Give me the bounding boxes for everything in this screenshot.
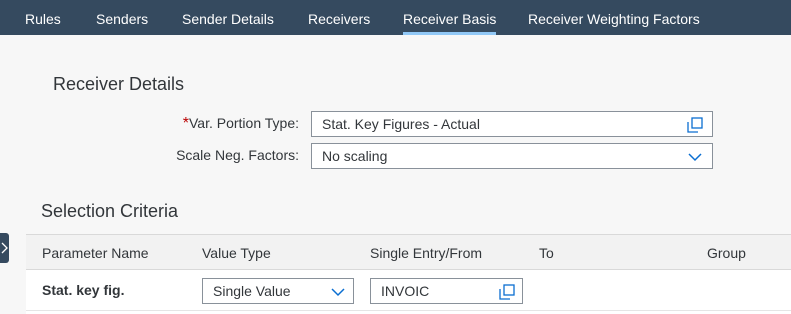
var-portion-type-label: *Var. Portion Type:: [183, 115, 299, 133]
tab-sender-details[interactable]: Sender Details: [182, 0, 274, 35]
value-help-icon[interactable]: [686, 116, 704, 134]
value-help-icon[interactable]: [498, 283, 516, 301]
var-portion-type-value: Stat. Key Figures - Actual: [322, 116, 480, 132]
column-header-parameter-name: Parameter Name: [42, 245, 149, 261]
column-header-single-entry-from: Single Entry/From: [370, 245, 483, 261]
single-entry-from-field[interactable]: INVOIC: [370, 278, 523, 304]
var-portion-type-label-text: Var. Portion Type:: [189, 115, 299, 131]
value-type-value: Single Value: [213, 283, 291, 299]
parameter-name-cell: Stat. key fig.: [42, 282, 125, 298]
scale-neg-factors-value: No scaling: [322, 148, 388, 164]
tab-receiver-basis[interactable]: Receiver Basis: [403, 0, 497, 35]
selection-criteria-table: Parameter Name Value Type Single Entry/F…: [26, 234, 791, 314]
scale-neg-factors-select[interactable]: No scaling: [311, 143, 713, 169]
column-header-to: To: [539, 245, 554, 261]
tab-rules[interactable]: Rules: [25, 0, 61, 35]
column-header-value-type: Value Type: [202, 245, 271, 261]
tab-receivers[interactable]: Receivers: [308, 0, 370, 35]
chevron-down-icon[interactable]: [329, 283, 347, 301]
chevron-right-icon: [1, 242, 8, 254]
var-portion-type-field[interactable]: Stat. Key Figures - Actual: [311, 111, 713, 137]
expand-side-panel-button[interactable]: [0, 233, 9, 263]
tab-receiver-weighting-factors[interactable]: Receiver Weighting Factors: [528, 0, 700, 35]
scale-neg-factors-label: Scale Neg. Factors:: [176, 147, 299, 163]
single-entry-from-value: INVOIC: [381, 283, 430, 299]
tab-bar: Rules Senders Sender Details Receivers R…: [0, 0, 791, 35]
column-header-group: Group: [707, 245, 746, 261]
tab-senders[interactable]: Senders: [96, 0, 148, 35]
value-type-select[interactable]: Single Value: [202, 278, 354, 304]
table-header: Parameter Name Value Type Single Entry/F…: [26, 234, 791, 270]
selection-criteria-title: Selection Criteria: [41, 201, 179, 221]
table-row: Stat. key fig. Single Value INVOIC: [26, 270, 791, 311]
chevron-down-icon[interactable]: [686, 148, 704, 166]
receiver-details-title: Receiver Details: [53, 74, 185, 94]
